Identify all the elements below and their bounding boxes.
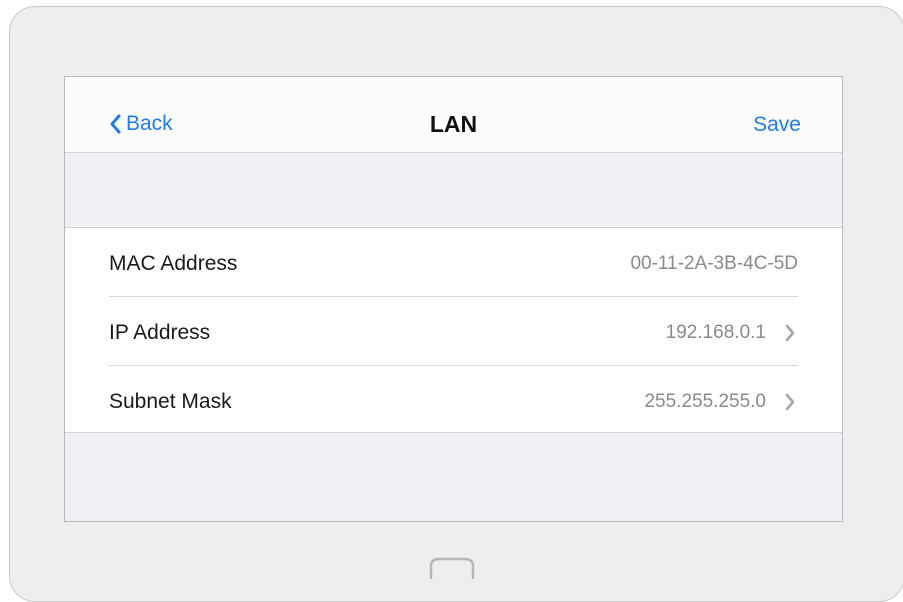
subnet-mask-label: Subnet Mask — [109, 390, 232, 413]
ip-address-value: 192.168.0.1 — [665, 322, 766, 343]
chevron-right-icon — [785, 393, 795, 411]
chevron-right-icon — [785, 324, 795, 342]
save-button[interactable]: Save — [753, 113, 801, 137]
navigation-bar: Back LAN Save — [65, 77, 842, 153]
subnet-mask-row[interactable]: Subnet Mask 255.255.255.0 — [65, 366, 842, 434]
subnet-mask-value: 255.255.255.0 — [644, 391, 766, 412]
lan-settings-group: MAC Address 00-11-2A-3B-4C-5D IP Address… — [65, 227, 842, 433]
mac-address-label: MAC Address — [109, 252, 238, 275]
device-screen: Back LAN Save MAC Address 00-11-2A-3B-4C… — [64, 76, 843, 522]
ip-address-row[interactable]: IP Address 192.168.0.1 — [65, 297, 842, 365]
mac-address-value: 00-11-2A-3B-4C-5D — [630, 253, 798, 274]
ip-address-label: IP Address — [109, 321, 211, 344]
page-title: LAN — [429, 111, 478, 137]
home-button-icon[interactable] — [427, 555, 477, 581]
mac-address-row: MAC Address 00-11-2A-3B-4C-5D — [65, 228, 842, 296]
